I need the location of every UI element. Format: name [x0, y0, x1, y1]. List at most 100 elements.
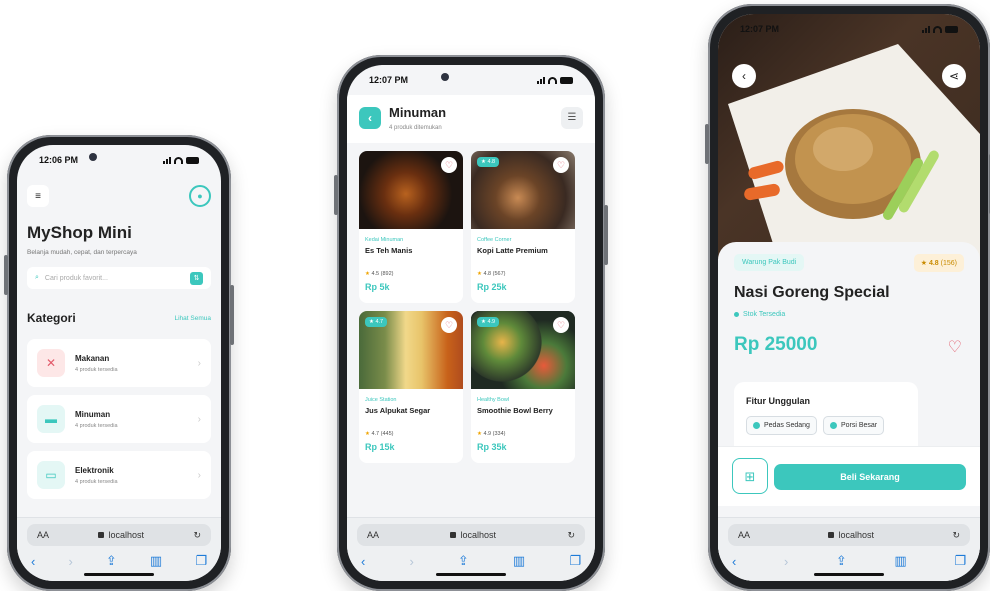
review-count: (156): [940, 260, 957, 267]
search-placeholder: Cari produk favorit...: [44, 274, 108, 282]
buy-now-button[interactable]: Beli Sekarang: [774, 464, 966, 490]
favorite-button[interactable]: ♡: [441, 317, 457, 333]
home-indicator: [84, 573, 154, 576]
back-icon[interactable]: ‹: [732, 554, 736, 569]
camera-dot: [441, 73, 449, 81]
product-title: Nasi Goreng Special: [734, 284, 890, 301]
section-title: Kategori: [27, 311, 76, 325]
star-icon: ★: [920, 260, 928, 267]
product-card[interactable]: ★ 4.7 ♡ Juice Station Jus Alpukat Segar …: [359, 311, 463, 463]
favorite-button[interactable]: ♡: [553, 157, 569, 173]
category-item-elektronik[interactable]: ▭ Elektronik 4 produk tersedia ›: [27, 451, 211, 499]
product-card[interactable]: ★ 4.8 ♡ Coffee Corner Kopi Latte Premium…: [471, 151, 575, 303]
reload-icon[interactable]: ↻: [952, 530, 960, 541]
review-count: (892): [380, 271, 394, 277]
back-button[interactable]: ‹: [732, 64, 756, 88]
rating-badge-value: 4.8: [487, 159, 496, 165]
product-rating: ★ 4.5 (892): [365, 271, 457, 277]
filter-button[interactable]: ⇅: [190, 271, 203, 285]
product-card[interactable]: ♡ Kedai Minuman Es Teh Manis ★ 4.5 (892)…: [359, 151, 463, 303]
search-input[interactable]: ⌕ Cari produk favorit... ⇅: [27, 267, 211, 289]
browser-toolbar: ‹ › ⇪ ▥ ❐: [31, 552, 207, 570]
phone-frame-category: 12:07 PM ‹ Minuman 4 produk ditemukan ☰ …: [334, 55, 608, 591]
bookmarks-icon[interactable]: ▥: [150, 553, 162, 569]
menu-button[interactable]: ≡: [27, 185, 49, 207]
reload-icon[interactable]: ↻: [193, 530, 201, 541]
url-text: localhost: [838, 530, 874, 540]
feature-label: Porsi Besar: [840, 422, 878, 429]
rating-value: 4.7: [371, 431, 380, 437]
address-bar[interactable]: AA localhost ↻: [27, 524, 211, 546]
rating-value: 4.5: [371, 271, 380, 277]
product-price: Rp 35k: [477, 442, 507, 452]
filter-button[interactable]: ☰: [561, 107, 583, 129]
share-icon[interactable]: ⇪: [458, 553, 469, 569]
share-icon[interactable]: ⇪: [106, 553, 117, 569]
favorite-button[interactable]: ♡: [948, 337, 962, 357]
reload-icon[interactable]: ↻: [567, 530, 575, 541]
phone-frame-home: 12:06 PM ≡ ● MyShop Mini Belanja mudah, …: [4, 135, 234, 591]
category-name: Minuman: [75, 409, 111, 419]
share-button[interactable]: ⋖: [942, 64, 966, 88]
shop-chip[interactable]: Warung Pak Budi: [734, 254, 805, 271]
product-image: ♡: [359, 151, 463, 229]
bookmarks-icon[interactable]: ▥: [894, 553, 906, 569]
check-icon: [829, 422, 837, 429]
status-icons: [163, 156, 199, 164]
forward-icon[interactable]: ›: [409, 554, 413, 569]
forward-icon[interactable]: ›: [68, 554, 72, 569]
lock-icon: [98, 532, 105, 538]
user-icon: ●: [197, 191, 203, 201]
category-item-minuman[interactable]: ▬ Minuman 4 produk tersedia ›: [27, 395, 211, 443]
back-icon[interactable]: ‹: [361, 554, 365, 569]
category-section-header: Kategori Lihat Semua: [27, 311, 211, 325]
rating-badge: ★ 4.9: [477, 317, 500, 327]
safari-bar: AA localhost ↻ ‹ › ⇪ ▥ ❐: [347, 517, 595, 581]
category-name: Makanan: [75, 353, 110, 363]
rating-value: 4.8: [928, 260, 939, 267]
profile-button[interactable]: ●: [189, 185, 211, 207]
cart-icon: ⊞: [744, 469, 756, 484]
see-all-link[interactable]: Lihat Semua: [175, 315, 212, 322]
shop-name: Coffee Corner: [477, 237, 512, 243]
battery-icon: [186, 156, 199, 164]
browser-toolbar: ‹ › ⇪ ▥ ❐: [361, 552, 581, 570]
address-bar[interactable]: AA localhost ↻: [357, 524, 585, 546]
forward-icon[interactable]: ›: [784, 554, 788, 569]
add-to-cart-button[interactable]: ⊞: [732, 458, 768, 494]
product-rating: ★ 4.9 (334): [477, 431, 569, 437]
home-screen: 12:06 PM ≡ ● MyShop Mini Belanja mudah, …: [17, 145, 221, 581]
tabs-icon[interactable]: ❐: [195, 553, 207, 569]
product-card[interactable]: ★ 4.9 ♡ Healthy Bowl Smoothie Bowl Berry…: [471, 311, 575, 463]
cup-icon: ▬: [37, 405, 65, 433]
product-name: Es Teh Manis: [365, 246, 413, 255]
review-count: (334): [492, 431, 506, 437]
text-size-icon[interactable]: AA: [37, 530, 49, 540]
status-dot-icon: [734, 312, 739, 317]
check-icon: [753, 422, 760, 429]
share-icon[interactable]: ⇪: [836, 553, 847, 569]
bookmarks-icon[interactable]: ▥: [513, 553, 525, 569]
home-indicator: [814, 573, 884, 576]
back-button[interactable]: ‹: [359, 107, 381, 129]
status-time: 12:06 PM: [39, 155, 79, 165]
product-price: Rp 5k: [365, 282, 390, 292]
favorite-button[interactable]: ♡: [441, 157, 457, 173]
camera-dot: [89, 153, 97, 161]
phone-frame-detail: 12:07 PM ‹ ⋖ Warung Pak Budi ★ 4.8 (156)…: [705, 4, 990, 591]
tabs-icon[interactable]: ❐: [954, 553, 966, 569]
back-icon[interactable]: ‹: [31, 554, 35, 569]
category-item-makanan[interactable]: ✕ Makanan 4 produk tersedia ›: [27, 339, 211, 387]
text-size-icon[interactable]: AA: [738, 530, 750, 540]
favorite-button[interactable]: ♡: [553, 317, 569, 333]
status-bar: 12:06 PM: [17, 145, 221, 175]
utensils-icon: ✕: [37, 349, 65, 377]
rating-badge-value: 4.9: [487, 319, 496, 325]
tabs-icon[interactable]: ❐: [569, 553, 581, 569]
result-count: 4 produk ditemukan: [389, 125, 442, 131]
rating-badge: ★ 4.8: [477, 157, 500, 167]
browser-toolbar: ‹ › ⇪ ▥ ❐: [732, 552, 966, 570]
text-size-icon[interactable]: AA: [367, 530, 379, 540]
address-bar[interactable]: AA localhost ↻: [728, 524, 970, 546]
product-rating: ★ 4.8 (567): [477, 271, 569, 277]
